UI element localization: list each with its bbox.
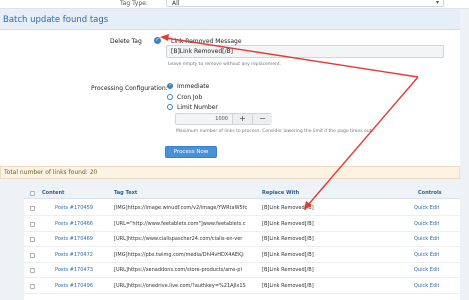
radio-cron-job[interactable] <box>167 94 173 100</box>
row-tag-text: [URL]https://www.cialispascher24.com/cia… <box>114 236 243 242</box>
tag-type-label: Tag Type: <box>120 0 148 7</box>
row-replace-with: [B]Link Removed[/B] <box>262 282 314 289</box>
chevron-down-icon: ▾ <box>435 0 439 6</box>
delete-tag-label: Delete Tag <box>110 38 142 45</box>
radio-immediate-label: Immediate <box>177 83 210 90</box>
tag-type-row: Tag Type: All ▾ <box>0 0 469 9</box>
table-header: Content Tag Text Replace With Controls <box>24 188 460 199</box>
limit-hint: Maximum number of links to process. Cons… <box>176 129 373 134</box>
quick-edit-link[interactable]: Quick Edit <box>414 236 439 242</box>
link-removed-message-input[interactable]: [B]Link Removed[/B] <box>166 45 444 58</box>
row-tag-text: [IMG]https://image.winudf.com/v2/image/Y… <box>114 205 248 211</box>
radio-immediate[interactable] <box>167 83 173 89</box>
batch-title: Batch update found tags <box>3 15 109 25</box>
table-row: Posts #170496 [URL]https://onedrive.live.… <box>24 279 460 294</box>
table-row: Posts #170472 [IMG]https://pbs.twimg.com/… <box>24 248 460 263</box>
column-tag-text: Tag Text <box>114 190 138 196</box>
column-controls: Controls <box>418 190 442 196</box>
row-tag-text: [IMG]https://pbs.twimg.com/media/Dhl4vHD… <box>114 251 245 258</box>
limit-number-value[interactable]: 1000 <box>176 114 232 124</box>
batch-header: Batch update found tags <box>0 10 460 30</box>
row-replace-with: [B]Link Removed[/B] <box>262 267 314 273</box>
quick-edit-link[interactable]: Quick Edit <box>414 267 439 273</box>
results-table: Content Tag Text Replace With Controls P… <box>24 188 460 300</box>
row-replace-with: [B]Link Removed[/B] <box>262 236 314 242</box>
quick-edit-link[interactable]: Quick Edit <box>414 221 439 227</box>
column-replace-with: Replace With <box>262 190 300 196</box>
row-checkbox[interactable] <box>30 252 35 258</box>
tag-type-value: All <box>172 0 180 7</box>
process-now-button[interactable]: Process Now <box>165 146 217 158</box>
quick-edit-link[interactable]: Quick Edit <box>414 205 439 211</box>
quick-edit-link[interactable]: Quick Edit <box>414 283 439 289</box>
total-links-bar: Total number of links found: 20 <box>0 166 460 179</box>
row-checkbox[interactable] <box>30 283 35 289</box>
limit-number-stepper[interactable]: 1000 + − <box>175 113 272 125</box>
table-row: Posts #170473 [URL]https://xenaddons.com/… <box>24 263 460 278</box>
processing-config-label: Processing Configuration: <box>91 85 168 92</box>
check-circle-icon[interactable]: ✓ <box>154 37 161 44</box>
row-content-link[interactable]: Posts #170496 <box>55 283 115 289</box>
row-content-link[interactable]: Posts #170473 <box>55 267 115 273</box>
row-checkbox[interactable] <box>30 268 35 273</box>
row-content-link[interactable]: Posts #170459 <box>55 205 115 211</box>
row-tag-text: [URL="http://www.feetablets.com"]www.fee… <box>114 220 246 227</box>
row-content-link[interactable]: Posts #170469 <box>55 236 115 242</box>
radio-cron-job-label: Cron Job <box>177 94 203 101</box>
quick-edit-link[interactable]: Quick Edit <box>414 252 439 258</box>
row-checkbox[interactable] <box>30 237 35 242</box>
increment-button[interactable]: + <box>232 114 252 124</box>
batch-update-panel: Batch update found tags Delete Tag ✓ Lin… <box>0 10 460 170</box>
row-replace-with: [B]Link Removed[/B] <box>262 220 314 227</box>
row-replace-with: [B]Link Removed[/B] <box>262 251 314 258</box>
row-tag-text: [URL]https://xenaddons.com/store-product… <box>114 267 242 273</box>
radio-limit-number-label: Limit Number <box>177 104 218 111</box>
table-row: Posts #170469 [URL]https://www.cialispasc… <box>24 232 460 247</box>
table-row: Posts #170459 [IMG]https://image.winudf.c… <box>24 201 460 216</box>
decrement-button[interactable]: − <box>252 114 272 124</box>
tag-type-select[interactable]: All ▾ <box>166 0 444 7</box>
table-row: Posts #170466 [URL="http://www.feetablets… <box>24 217 460 232</box>
row-checkbox[interactable] <box>30 206 35 211</box>
row-tag-text: [URL]https://onedrive.live.com/?authkey=… <box>114 282 246 289</box>
row-content-link[interactable]: Posts #170466 <box>55 221 115 227</box>
select-all-checkbox[interactable] <box>30 191 35 196</box>
column-content: Content <box>42 190 65 196</box>
radio-limit-number[interactable] <box>167 104 173 110</box>
row-replace-with: [B]Link Removed[/B] <box>262 205 314 211</box>
row-content-link[interactable]: Posts #170472 <box>55 252 115 258</box>
row-checkbox[interactable] <box>30 221 35 227</box>
delete-tag-hint: Leave empty to remove without any replac… <box>168 62 282 67</box>
link-removed-title: Link Removed Message <box>171 38 242 45</box>
